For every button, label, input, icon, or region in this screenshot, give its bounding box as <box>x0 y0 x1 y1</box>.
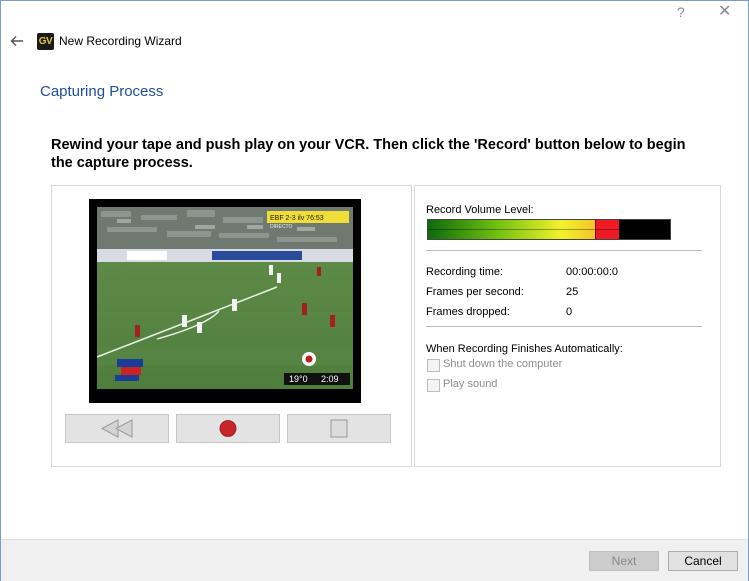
close-button[interactable]: ✕ <box>718 4 731 20</box>
video-frame-image: EBF 2-3 ilv 76:53 DIRECTO 19°0 2:09 <box>97 207 353 389</box>
wizard-title: New Recording Wizard <box>59 34 182 48</box>
video-preview: EBF 2-3 ilv 76:53 DIRECTO 19°0 2:09 <box>89 199 361 403</box>
back-arrow-icon[interactable] <box>9 33 25 49</box>
volume-divider-line <box>428 229 670 230</box>
page-title: Capturing Process <box>40 83 164 100</box>
play-sound-checkbox[interactable] <box>427 379 440 392</box>
preview-panel: EBF 2-3 ilv 76:53 DIRECTO 19°0 2:09 <box>51 185 412 467</box>
record-icon <box>219 420 237 437</box>
help-button[interactable]: ? <box>677 4 685 20</box>
frames-dropped-value: 0 <box>566 306 573 318</box>
fps-label: Frames per second: <box>426 286 524 298</box>
recording-time-value: 00:00:00:0 <box>566 266 618 278</box>
time-left-text: 19°0 <box>289 374 308 384</box>
next-button[interactable]: Next <box>589 551 659 571</box>
play-sound-label: Play sound <box>443 378 498 390</box>
cancel-button[interactable]: Cancel <box>668 551 738 571</box>
app-logo-icon: GV <box>37 33 54 50</box>
recording-info-panel: Record Volume Level: Recording time: 00:… <box>414 185 721 467</box>
frames-dropped-label: Frames dropped: <box>426 306 510 318</box>
shutdown-label: Shut down the computer <box>443 358 563 370</box>
stop-button[interactable] <box>287 414 391 443</box>
fps-value: 25 <box>566 286 579 298</box>
rewind-icon <box>100 419 133 438</box>
footer-bar: Next Cancel <box>1 539 748 581</box>
rewind-button[interactable] <box>65 414 169 443</box>
volume-level-meter <box>427 219 671 240</box>
title-bar: ? ✕ <box>1 1 748 25</box>
time-right-text: 2:09 <box>321 374 339 384</box>
stop-icon <box>330 419 348 438</box>
scoreboard-text: EBF 2-3 ilv 76:53 <box>270 215 324 222</box>
divider <box>426 326 702 327</box>
divider <box>426 250 702 251</box>
instruction-text: Rewind your tape and push play on your V… <box>51 137 686 171</box>
volume-level-label: Record Volume Level: <box>426 204 534 216</box>
recording-time-label: Recording time: <box>426 266 504 278</box>
shutdown-checkbox[interactable] <box>427 359 440 372</box>
scoreboard-subtext: DIRECTO <box>270 224 293 230</box>
when-finishes-label: When Recording Finishes Automatically: <box>426 343 623 355</box>
record-button[interactable] <box>176 414 280 443</box>
